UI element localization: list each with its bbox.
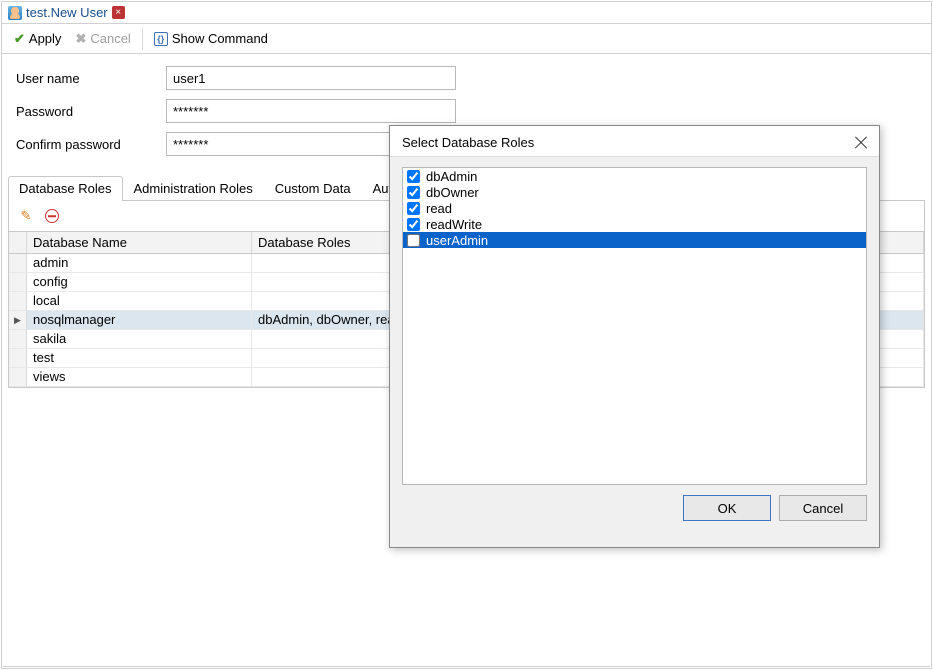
role-checkbox[interactable]: [407, 218, 420, 231]
role-checkbox[interactable]: [407, 234, 420, 247]
delete-minus-icon: [45, 209, 59, 223]
cell-database-name: local: [27, 292, 252, 310]
user-icon: [8, 6, 22, 20]
edit-row-button[interactable]: ✎: [15, 205, 37, 227]
role-item-dbOwner[interactable]: dbOwner: [403, 184, 866, 200]
cell-database-name: test: [27, 349, 252, 367]
row-indicator: [9, 273, 27, 291]
role-checkbox[interactable]: [407, 202, 420, 215]
select-roles-dialog: Select Database Roles dbAdmindbOwnerread…: [389, 125, 880, 548]
pencil-icon: ✎: [21, 208, 32, 224]
roles-listbox[interactable]: dbAdmindbOwnerreadreadWriteuserAdmin: [402, 167, 867, 485]
row-indicator: [9, 368, 27, 386]
main-toolbar: ✔ Apply ✖ Cancel {} Show Command: [2, 23, 931, 54]
cell-database-name: admin: [27, 254, 252, 272]
role-item-dbAdmin[interactable]: dbAdmin: [403, 168, 866, 184]
role-item-read[interactable]: read: [403, 200, 866, 216]
role-label: dbAdmin: [426, 169, 477, 184]
row-indicator: [9, 330, 27, 348]
grid-header-name[interactable]: Database Name: [27, 232, 252, 253]
apply-button[interactable]: ✔ Apply: [8, 29, 67, 49]
tab-custom-data[interactable]: Custom Data: [264, 176, 362, 201]
role-item-readWrite[interactable]: readWrite: [403, 216, 866, 232]
cell-database-name: sakila: [27, 330, 252, 348]
cell-database-name: nosqlmanager: [27, 311, 252, 329]
grid-indicator-header: [9, 232, 27, 253]
row-indicator: [9, 254, 27, 272]
check-icon: ✔: [14, 31, 25, 47]
role-label: read: [426, 201, 452, 216]
role-label: dbOwner: [426, 185, 479, 200]
cell-database-name: views: [27, 368, 252, 386]
dialog-title: Select Database Roles: [402, 135, 534, 150]
tab-database-roles[interactable]: Database Roles: [8, 176, 123, 201]
row-indicator: [9, 349, 27, 367]
confirm-password-label: Confirm password: [16, 137, 166, 152]
delete-row-button[interactable]: [41, 205, 63, 227]
role-label: readWrite: [426, 217, 482, 232]
username-label: User name: [16, 71, 166, 86]
command-icon: {}: [154, 32, 168, 46]
close-tab-button[interactable]: ×: [112, 6, 125, 19]
role-item-userAdmin[interactable]: userAdmin: [403, 232, 866, 248]
dialog-cancel-button[interactable]: Cancel: [779, 495, 867, 521]
dialog-ok-button[interactable]: OK: [683, 495, 771, 521]
document-tab[interactable]: test.New User ×: [8, 5, 125, 20]
row-indicator: [9, 311, 27, 329]
show-command-button[interactable]: {} Show Command: [148, 29, 274, 48]
role-label: userAdmin: [426, 233, 488, 248]
role-checkbox[interactable]: [407, 186, 420, 199]
cancel-button[interactable]: ✖ Cancel: [69, 29, 136, 49]
row-indicator: [9, 292, 27, 310]
apply-label: Apply: [29, 31, 62, 46]
tab-administration-roles[interactable]: Administration Roles: [123, 176, 264, 201]
show-command-label: Show Command: [172, 31, 268, 46]
cell-database-name: config: [27, 273, 252, 291]
toolbar-separator: [142, 28, 143, 50]
cancel-label: Cancel: [90, 31, 130, 46]
document-tab-label: test.New User: [26, 5, 108, 20]
username-input[interactable]: [166, 66, 456, 90]
password-label: Password: [16, 104, 166, 119]
dialog-close-button[interactable]: [853, 134, 869, 150]
cancel-x-icon: ✖: [75, 31, 86, 47]
role-checkbox[interactable]: [407, 170, 420, 183]
password-input[interactable]: [166, 99, 456, 123]
